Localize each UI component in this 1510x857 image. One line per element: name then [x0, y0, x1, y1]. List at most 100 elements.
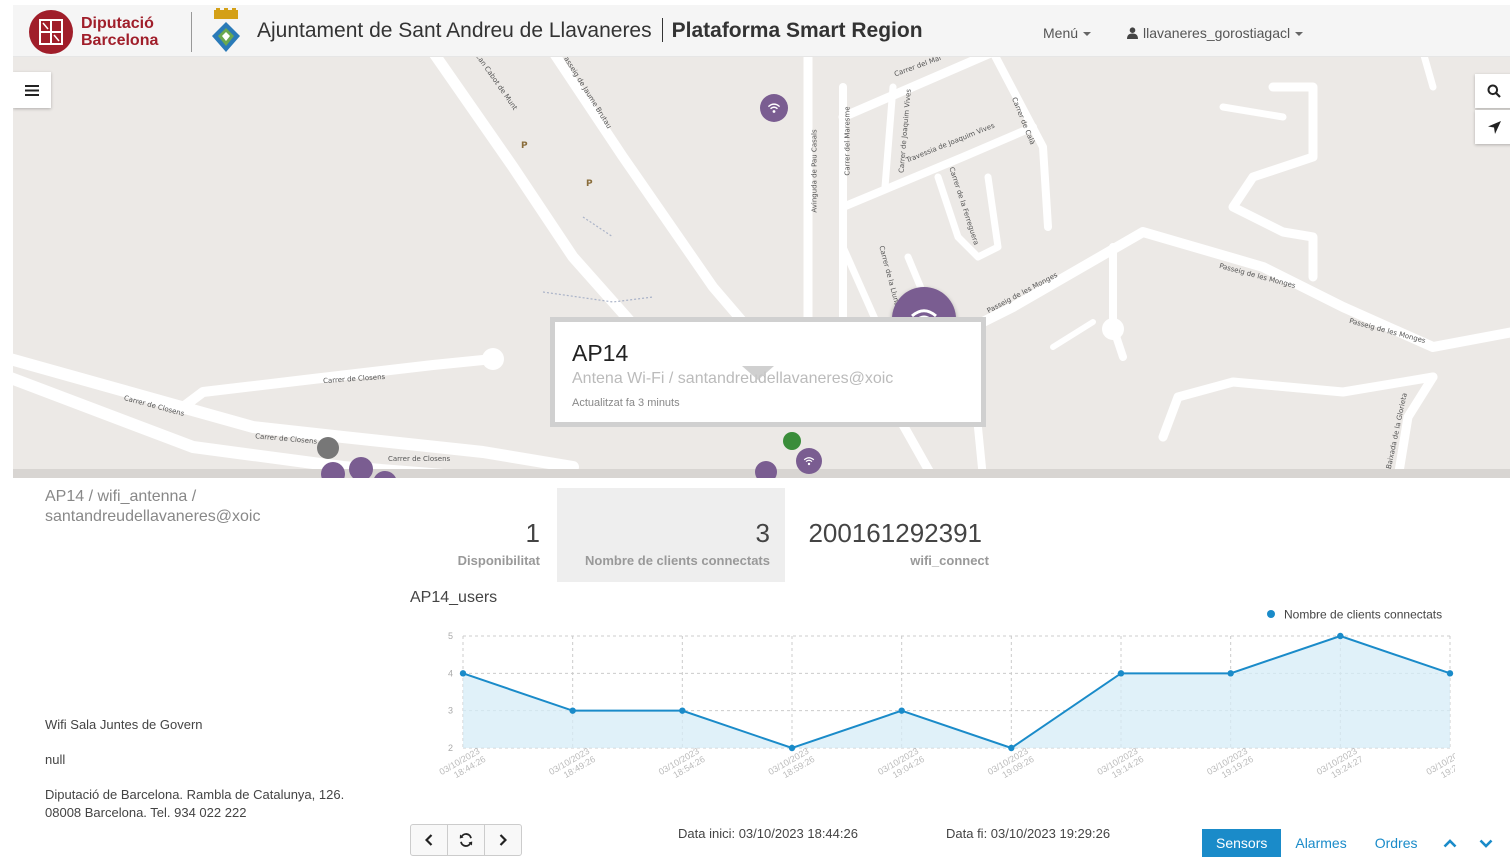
- end-date: Data fi: 03/10/2023 19:29:26: [946, 826, 1111, 841]
- user-dropdown[interactable]: llavaneres_gorostiagacl: [1127, 25, 1304, 41]
- chart-point: [788, 744, 796, 752]
- x-tick-label: 03/10/202318:54:26: [657, 745, 707, 785]
- x-tick-text: 03/10/202318:49:26: [547, 745, 597, 785]
- kpi-availability[interactable]: 1 Disponibilitat: [410, 488, 555, 582]
- logo-line1: Diputació: [81, 15, 154, 32]
- y-tick-label: 3: [448, 706, 453, 716]
- municipal-crest-icon: [212, 8, 240, 52]
- panel-tabs: Sensors Alarmes Ordres: [1202, 829, 1504, 857]
- x-tick-text: 03/10/202319:19:26: [1205, 745, 1255, 785]
- tab-orders[interactable]: Ordres: [1361, 829, 1432, 857]
- x-tick-label: 03/10/202319:04:26: [876, 745, 926, 785]
- expand-panel-button[interactable]: [1468, 829, 1504, 857]
- kpi-label: wifi_connect: [910, 553, 989, 568]
- popup-subtitle: Antena Wi-Fi / santandreudellavaneres@xo…: [572, 370, 894, 387]
- popup-pointer: [742, 366, 774, 380]
- kpi-value: 200161292391: [808, 518, 982, 548]
- start-date: Data inici: 03/10/2023 18:44:26: [678, 826, 858, 841]
- menu-label: Menú: [1043, 25, 1079, 41]
- wifi-marker[interactable]: [755, 461, 777, 478]
- y-tick-label: 5: [448, 631, 453, 641]
- logo-divider: [191, 12, 192, 52]
- x-tick-label: 03/10/202318:49:26: [547, 745, 597, 785]
- prev-button[interactable]: [411, 825, 448, 855]
- x-tick-label: 03/10/202319:24:27: [1315, 745, 1365, 785]
- users-chart[interactable]: 2 3 4 5 03/10/202318:44:26 03/10/202318:49:2…: [405, 604, 1455, 804]
- legend-label: Nombre de clients connectats: [1284, 608, 1442, 622]
- page-title: Ajuntament de Sant Andreu de Llavaneres P…: [257, 18, 923, 43]
- kpi-value: 1: [525, 518, 540, 548]
- x-tick-text: 03/10/202319:29:26: [1424, 745, 1455, 785]
- map-layers-button[interactable]: [13, 72, 51, 108]
- map-locate-button[interactable]: [1475, 110, 1510, 144]
- kpi-wifi-connect[interactable]: 200161292391 wifi_connect: [787, 488, 1004, 582]
- tab-sensors[interactable]: Sensors: [1202, 829, 1282, 857]
- x-tick-text: 03/10/202318:54:26: [657, 745, 707, 785]
- x-tick-label: 03/10/202318:59:26: [766, 745, 816, 785]
- map-search-button[interactable]: [1475, 74, 1510, 108]
- kpi-connected-clients[interactable]: 3 Nombre de clients connectats: [557, 488, 785, 582]
- x-tick-label: 03/10/202319:09:26: [986, 745, 1036, 785]
- chart-point: [679, 707, 686, 714]
- x-tick-text: 03/10/202319:04:26: [876, 745, 926, 785]
- device-path: AP14 / wifi_antenna / santandreudellavan…: [45, 488, 261, 525]
- refresh-icon: [459, 833, 473, 847]
- location-arrow-icon: [1487, 120, 1501, 134]
- parking-marker: P: [521, 141, 528, 151]
- street-label: Carrer del Maresme: [843, 106, 852, 176]
- chevron-left-icon: [425, 834, 433, 846]
- popup-updated: Actualitzat fa 3 minuts: [572, 397, 680, 409]
- chart-point: [1446, 670, 1454, 677]
- title-divider: [661, 18, 663, 42]
- device-null-field: null: [45, 752, 66, 767]
- municipality-name: Ajuntament de Sant Andreu de Llavaneres: [257, 19, 652, 42]
- chart-pager: [410, 824, 522, 856]
- user-icon: [1127, 27, 1138, 39]
- x-tick-text: 03/10/202319:14:26: [1095, 745, 1145, 785]
- x-tick-label: 03/10/202319:29:26: [1424, 745, 1455, 785]
- user-label: llavaneres_gorostiagacl: [1143, 25, 1291, 41]
- y-tick-label: 2: [448, 743, 453, 753]
- sensor-marker[interactable]: [349, 457, 373, 478]
- chart-point: [1337, 632, 1344, 640]
- popup-title: AP14: [572, 340, 629, 366]
- next-button[interactable]: [485, 825, 521, 855]
- wifi-marker[interactable]: [796, 448, 822, 474]
- chart-legend[interactable]: Nombre de clients connectats: [1267, 608, 1442, 622]
- chart-point: [898, 707, 905, 714]
- top-navbar: Diputació Barcelona Ajuntament de Sant A…: [13, 5, 1510, 57]
- x-tick-text: 03/10/202318:44:26: [437, 745, 487, 785]
- menu-dropdown[interactable]: Menú: [1043, 25, 1092, 41]
- kpi-value: 3: [755, 518, 770, 548]
- diputacio-emblem-icon: [29, 10, 73, 54]
- legend-marker: [1267, 610, 1275, 618]
- device-address: Diputació de Barcelona. Rambla de Catalu…: [45, 787, 345, 820]
- wifi-icon: [767, 103, 781, 113]
- chart-point: [569, 707, 576, 714]
- x-tick-label: 03/10/202318:44:26: [437, 745, 487, 785]
- street-label: Avinguda de Pau Casals: [810, 129, 819, 213]
- x-tick-text: 03/10/202319:09:26: [986, 745, 1036, 785]
- parking-marker: P: [586, 179, 593, 189]
- platform-name: Plataforma Smart Region: [671, 19, 923, 42]
- chart-point: [459, 670, 467, 677]
- street-label: Carrer de Closens: [388, 455, 451, 463]
- diputacio-wordmark: Diputació Barcelona: [81, 15, 158, 49]
- hamburger-icon: [25, 84, 39, 96]
- chart-area-fill: [463, 636, 1450, 748]
- kpi-label: Nombre de clients connectats: [585, 553, 770, 568]
- search-icon: [1487, 84, 1501, 98]
- wifi-marker[interactable]: [760, 94, 788, 122]
- collapse-panel-button[interactable]: [1432, 829, 1468, 857]
- x-tick-text: 03/10/202319:24:27: [1315, 745, 1365, 785]
- refresh-button[interactable]: [448, 825, 485, 855]
- map-view[interactable]: Camí de Can Cabot de Munt Passeig de Jau…: [13, 57, 1510, 478]
- diputacio-logo[interactable]: Diputació Barcelona: [29, 10, 158, 54]
- x-tick-text: 03/10/202318:59:26: [766, 745, 816, 785]
- y-tick-label: 4: [448, 668, 453, 678]
- grey-marker[interactable]: [317, 437, 339, 459]
- tab-alarms[interactable]: Alarmes: [1281, 829, 1360, 857]
- chevron-right-icon: [499, 834, 507, 846]
- device-description: Wifi Sala Juntes de Govern: [45, 717, 203, 732]
- green-marker[interactable]: [783, 432, 801, 450]
